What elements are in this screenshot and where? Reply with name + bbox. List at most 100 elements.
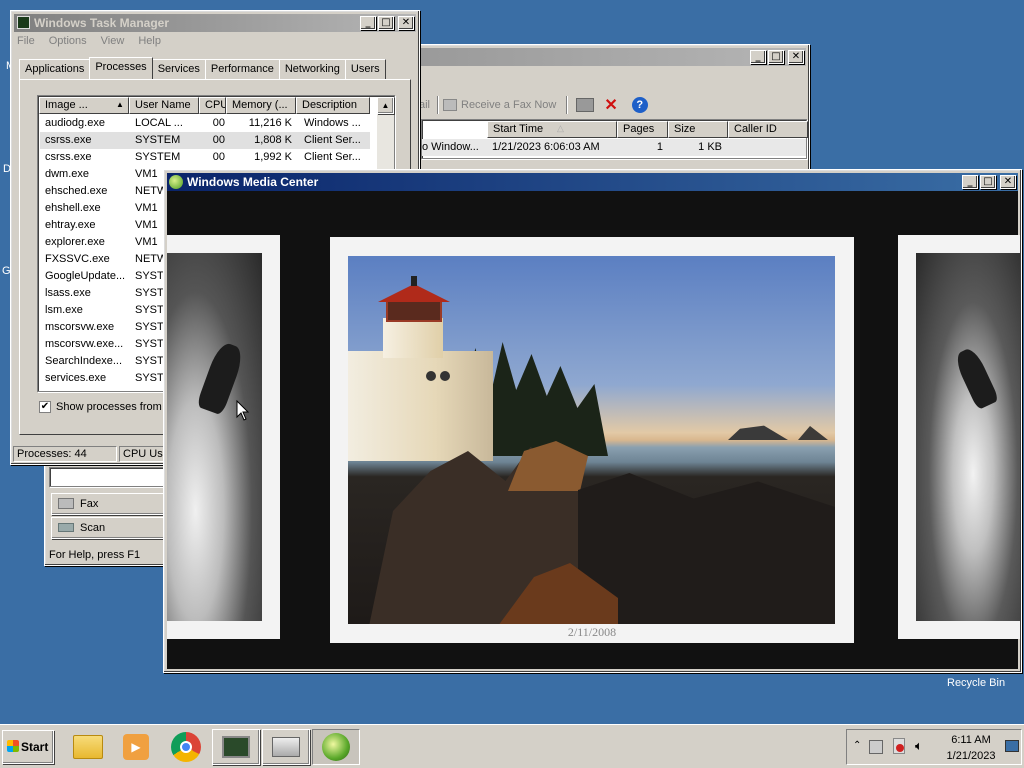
scroll-up-button[interactable]: ▲ — [377, 97, 394, 114]
chrome-icon — [171, 732, 201, 762]
tab-services[interactable]: Services — [151, 59, 206, 79]
maximize-button[interactable]: □ — [980, 175, 996, 189]
receive-fax-button[interactable]: Receive a Fax Now — [443, 99, 556, 111]
media-center-icon — [322, 733, 350, 761]
process-cell-image: ehsched.exe — [45, 185, 108, 197]
close-button[interactable]: ✕ — [1000, 175, 1016, 189]
process-cell-image: ehshell.exe — [45, 202, 101, 214]
media-center-window[interactable]: Windows Media Center _ □ ✕ 2/11/2008 — [163, 169, 1022, 673]
taskbar-chrome-button[interactable] — [162, 729, 210, 765]
toolbar-separator — [437, 96, 439, 114]
tab-processes[interactable]: Processes — [89, 57, 153, 79]
delete-icon[interactable]: ✕ — [604, 95, 617, 115]
show-desktop-icon[interactable] — [1005, 740, 1019, 752]
process-row[interactable]: audiodg.exe LOCAL ... 00 11,216 K Windows ..… — [40, 115, 370, 132]
menu-help[interactable]: Help — [138, 35, 161, 47]
column-start-time[interactable]: Start Time — [487, 121, 617, 138]
clock-date[interactable]: 1/21/2023 — [939, 750, 1003, 762]
close-button[interactable]: ✕ — [788, 50, 804, 64]
maximize-button[interactable]: □ — [378, 16, 394, 30]
close-button[interactable]: ✕ — [398, 16, 414, 30]
process-cell-image: lsm.exe — [45, 304, 83, 316]
taskbar-task-manager-button[interactable] — [212, 729, 260, 765]
fax-side-label: Fax — [80, 498, 99, 510]
maximize-button[interactable]: □ — [768, 50, 784, 64]
process-row[interactable]: csrss.exe SYSTEM 00 1,808 K Client Ser... — [40, 132, 370, 149]
next-photo — [916, 253, 1020, 621]
task-manager-title: Windows Task Manager — [34, 16, 170, 30]
current-photo-frame[interactable]: 2/11/2008 — [330, 237, 854, 643]
column-cpu[interactable]: CPU — [199, 97, 226, 114]
fax-list[interactable]: Start Time △ Pages Size Caller ID o Wind… — [421, 119, 808, 159]
process-cell-image: SearchIndexe... — [45, 355, 123, 367]
process-cell-cpu: 00 — [212, 117, 225, 129]
column-caller-id[interactable]: Caller ID — [728, 121, 808, 138]
process-row[interactable]: csrss.exe SYSTEM 00 1,992 K Client Ser... — [40, 149, 370, 166]
show-hidden-icons-icon[interactable]: ⌃ — [853, 740, 861, 751]
column-memory[interactable]: Memory (... — [226, 97, 296, 114]
toolbar-partial-label[interactable]: ail — [419, 99, 433, 111]
fax-row-name: o Window... — [422, 141, 479, 153]
sort-up-icon: ▲ — [116, 100, 124, 109]
column-description[interactable]: Description — [296, 97, 370, 114]
scan-side-button[interactable]: Scan — [51, 517, 167, 539]
clock-time[interactable]: 6:11 AM — [939, 734, 1003, 746]
process-cell-desc: Client Ser... — [304, 134, 361, 146]
menu-file[interactable]: File — [17, 35, 35, 47]
task-manager-titlebar[interactable]: Windows Task Manager — [14, 14, 416, 32]
fax-folder-input[interactable] — [49, 467, 167, 487]
fax-toolbar: ail Receive a Fax Now ✕ ? — [419, 95, 809, 115]
taskbar: Start ▶ ⌃ 🔈︎ 6:11 AM 1/21/2023 — [0, 724, 1024, 768]
previous-photo-frame[interactable] — [167, 235, 280, 639]
menu-view[interactable]: View — [101, 35, 125, 47]
taskbar-media-center-button[interactable] — [312, 729, 360, 765]
column-pages[interactable]: Pages — [617, 121, 668, 138]
show-all-processes-checkbox[interactable]: ✔ — [39, 401, 51, 413]
network-icon[interactable] — [869, 740, 883, 754]
start-label: Start — [21, 740, 49, 754]
process-cell-image: explorer.exe — [45, 236, 105, 248]
photo-date-label: 2/11/2008 — [567, 625, 617, 639]
print-icon[interactable] — [576, 98, 595, 112]
volume-icon[interactable]: 🔈︎ — [915, 738, 923, 754]
task-manager-tabs: Applications Processes Services Performa… — [19, 57, 386, 79]
next-photo-frame[interactable] — [898, 235, 1020, 639]
media-center-titlebar[interactable]: Windows Media Center — [167, 173, 1018, 191]
column-user-name[interactable]: User Name — [129, 97, 199, 114]
fax-row[interactable]: o Window... 1/21/2023 6:06:03 AM 1 1 KB — [422, 139, 806, 156]
menu-options[interactable]: Options — [49, 35, 87, 47]
fax-row-pages: 1 — [656, 141, 663, 153]
process-cell-image: csrss.exe — [45, 151, 92, 163]
column-size[interactable]: Size — [668, 121, 728, 138]
tab-applications[interactable]: Applications — [19, 59, 91, 79]
minimize-button[interactable]: _ — [962, 175, 978, 189]
taskbar-explorer-button[interactable] — [64, 729, 112, 765]
fax-caption-buttons: _ □ ✕ — [750, 50, 804, 64]
tab-performance[interactable]: Performance — [204, 59, 280, 79]
recycle-bin-label[interactable]: Recycle Bin — [947, 677, 1005, 689]
fax-statusbar: For Help, press F1 — [49, 549, 141, 561]
start-button[interactable]: Start — [2, 730, 54, 764]
process-cell-cpu: 00 — [212, 151, 225, 163]
process-cell-cpu: 00 — [212, 134, 225, 146]
slideshow-area[interactable]: 2/11/2008 — [167, 191, 1020, 669]
minimize-button[interactable]: _ — [750, 50, 766, 64]
process-cell-memory: 1,992 K — [254, 151, 292, 163]
process-cell-image: dwm.exe — [45, 168, 90, 180]
help-icon[interactable]: ? — [631, 97, 648, 113]
status-processes: Processes: 44 — [13, 446, 117, 462]
media-player-icon: ▶ — [123, 734, 149, 760]
action-center-flag-icon[interactable] — [893, 738, 905, 754]
show-all-processes-label: Show processes from a — [56, 401, 171, 413]
taskbar-fax-button[interactable] — [262, 729, 310, 765]
taskbar-media-player-button[interactable]: ▶ — [112, 729, 160, 765]
fax-side-button[interactable]: Fax — [51, 493, 167, 515]
minimize-button[interactable]: _ — [360, 16, 376, 30]
tab-networking[interactable]: Networking — [278, 59, 346, 79]
process-cell-image: lsass.exe — [45, 287, 91, 299]
tab-users[interactable]: Users — [344, 59, 386, 79]
process-cell-image: FXSSVC.exe — [45, 253, 110, 265]
process-cell-image: ehtray.exe — [45, 219, 96, 231]
notification-area: ⌃ 🔈︎ 6:11 AM 1/21/2023 — [846, 729, 1022, 765]
media-center-title: Windows Media Center — [187, 175, 319, 189]
